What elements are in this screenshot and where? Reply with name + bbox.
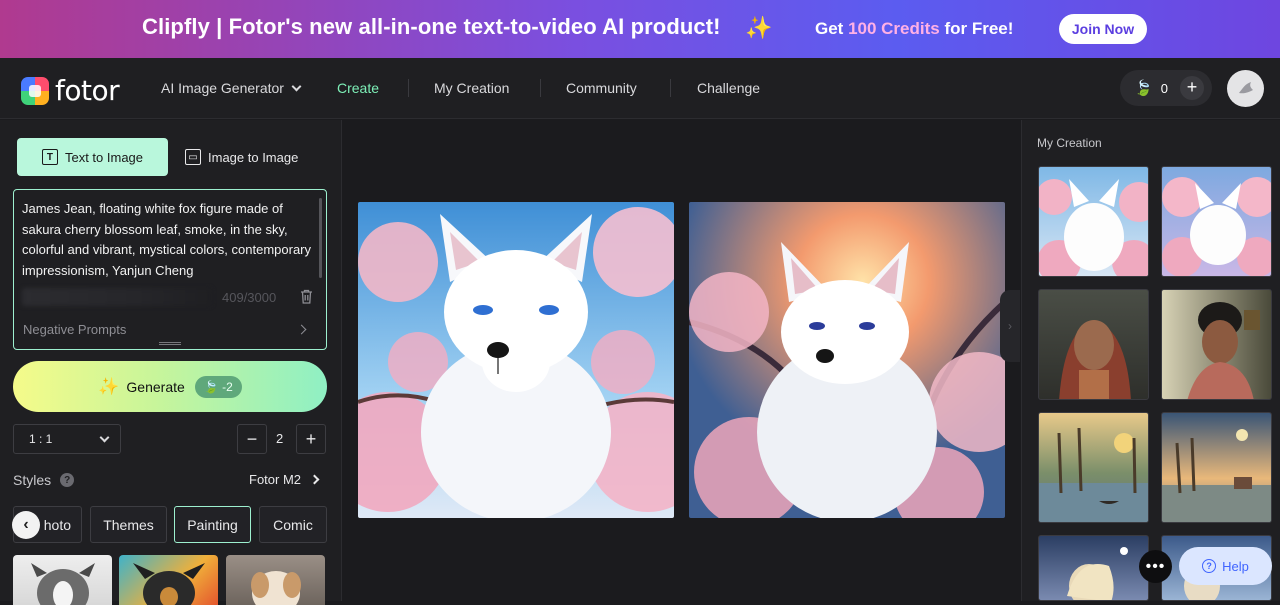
prompt-scrollbar[interactable] <box>319 198 322 278</box>
tab-label: Image to Image <box>208 149 299 165</box>
generate-button[interactable]: ✨ Generate 🍃 -2 <box>13 361 327 412</box>
creation-thumbnail[interactable] <box>1038 166 1149 277</box>
model-name: Fotor M2 <box>249 472 302 487</box>
style-thumbnail[interactable] <box>226 555 325 605</box>
puppy-illustration <box>251 571 301 605</box>
prompt-textarea[interactable]: James Jean, floating white fox figure ma… <box>13 189 327 350</box>
creation-thumbnail[interactable] <box>1161 412 1272 523</box>
help-circle-icon: ? <box>1202 559 1217 573</box>
aspect-ratio-select[interactable]: 1 : 1 <box>13 424 121 454</box>
tab-label: Text to Image <box>64 149 144 165</box>
join-now-button[interactable]: Join Now <box>1059 14 1147 44</box>
tab-text-to-image[interactable]: T Text to Image <box>17 138 168 176</box>
landscape-painting <box>1039 427 1148 522</box>
portrait-woman-image <box>1187 302 1260 399</box>
generated-image-2[interactable] <box>689 202 1005 518</box>
quantity-decrement-button[interactable]: − <box>237 424 267 454</box>
banner-headline: Clipfly | Fotor's new all-in-one text-to… <box>142 14 721 39</box>
style-tab-painting[interactable]: Painting <box>174 506 251 543</box>
creation-thumbnail[interactable] <box>1038 535 1149 601</box>
character-counter: 409/3000 <box>222 290 277 305</box>
image-icon: ▭ <box>185 149 201 165</box>
magic-wand-icon: ✨ <box>98 376 120 396</box>
fantasy-portrait-image <box>1067 547 1128 600</box>
nav-create[interactable]: Create <box>337 80 379 96</box>
banner-credits-offer: Get 100 Credits for Free! <box>815 19 1014 38</box>
generated-image-1[interactable] <box>358 202 674 518</box>
help-label: Help <box>1222 558 1249 574</box>
style-thumbnail[interactable] <box>119 555 218 605</box>
nav-my-creation[interactable]: My Creation <box>434 80 509 96</box>
creation-thumbnail[interactable] <box>1161 166 1272 277</box>
nav-challenge[interactable]: Challenge <box>697 80 760 96</box>
fotor-logo-icon <box>21 76 49 105</box>
logo-text: fotor <box>55 74 120 107</box>
fotor-logo[interactable]: fotor <box>21 74 120 107</box>
generate-cost-badge: 🍃 -2 <box>194 375 242 398</box>
generate-label: Generate <box>126 378 185 395</box>
leaf-icon: 🍃 <box>203 379 223 394</box>
creation-thumbnail[interactable] <box>1038 412 1149 523</box>
blurred-text <box>22 288 212 306</box>
white-fox-image <box>1162 177 1271 276</box>
nav-label: AI Image Generator <box>161 80 284 96</box>
sparkle-icon: ✨ <box>745 15 773 40</box>
chevron-right-icon[interactable] <box>296 324 307 335</box>
chevron-down-icon <box>291 81 302 91</box>
quantity-increment-button[interactable]: + <box>296 424 326 454</box>
top-nav: fotor AI Image Generator Create My Creat… <box>0 58 1280 119</box>
landscape-painting <box>1162 429 1271 522</box>
nav-divider <box>670 79 671 97</box>
leaf-icon: 🍃 <box>1134 80 1153 97</box>
negative-prompts-label[interactable]: Negative Prompts <box>23 322 126 337</box>
nav-community[interactable]: Community <box>566 80 637 96</box>
credits-count: 0 <box>1160 80 1168 96</box>
chevron-down-icon <box>99 432 110 443</box>
tab-image-to-image[interactable]: ▭ Image to Image <box>185 138 298 176</box>
collapse-panel-handle[interactable]: › <box>1000 290 1020 362</box>
white-fox-image <box>358 202 674 518</box>
prompt-text[interactable]: James Jean, floating white fox figure ma… <box>22 199 312 281</box>
creation-thumbnail[interactable] <box>1038 289 1149 400</box>
styles-text: Styles <box>13 472 52 488</box>
styles-label: Styles ? <box>13 472 75 488</box>
white-fox-image <box>1039 179 1148 276</box>
avatar[interactable] <box>1227 70 1264 107</box>
creation-thumbnail[interactable] <box>1161 289 1272 400</box>
more-options-button[interactable]: ••• <box>1139 550 1172 583</box>
bird-icon <box>1238 81 1253 93</box>
my-creation-title: My Creation <box>1037 136 1102 150</box>
white-fox-image <box>689 202 1005 518</box>
quantity-value: 2 <box>276 431 284 446</box>
help-circle-icon[interactable]: ? <box>60 473 75 487</box>
help-button[interactable]: ? Help <box>1179 547 1272 585</box>
left-panel: T Text to Image ▭ Image to Image James J… <box>0 120 342 605</box>
promo-banner[interactable]: Clipfly | Fotor's new all-in-one text-to… <box>0 0 1280 58</box>
ratio-value: 1 : 1 <box>29 432 53 446</box>
dog-illustration <box>31 563 95 605</box>
scroll-left-button[interactable]: ‹ <box>12 511 40 539</box>
trash-icon[interactable] <box>300 289 313 304</box>
nav-divider <box>408 79 409 97</box>
nav-ai-image-generator[interactable]: AI Image Generator <box>161 80 302 96</box>
style-thumbnail[interactable] <box>13 555 112 605</box>
add-credits-button[interactable]: + <box>1180 76 1204 100</box>
dog-illustration <box>133 563 205 605</box>
nav-divider <box>540 79 541 97</box>
my-creation-panel: My Creation <box>1021 120 1280 601</box>
cost-value: -2 <box>222 379 233 394</box>
chevron-right-icon <box>309 474 320 485</box>
style-tab-themes[interactable]: Themes <box>90 506 167 543</box>
text-icon: T <box>41 149 58 165</box>
resize-handle[interactable] <box>159 342 181 345</box>
model-selector[interactable]: Fotor M2 <box>249 472 320 487</box>
portrait-woman-image <box>1059 320 1131 399</box>
style-tab-comic[interactable]: Comic <box>259 506 327 543</box>
